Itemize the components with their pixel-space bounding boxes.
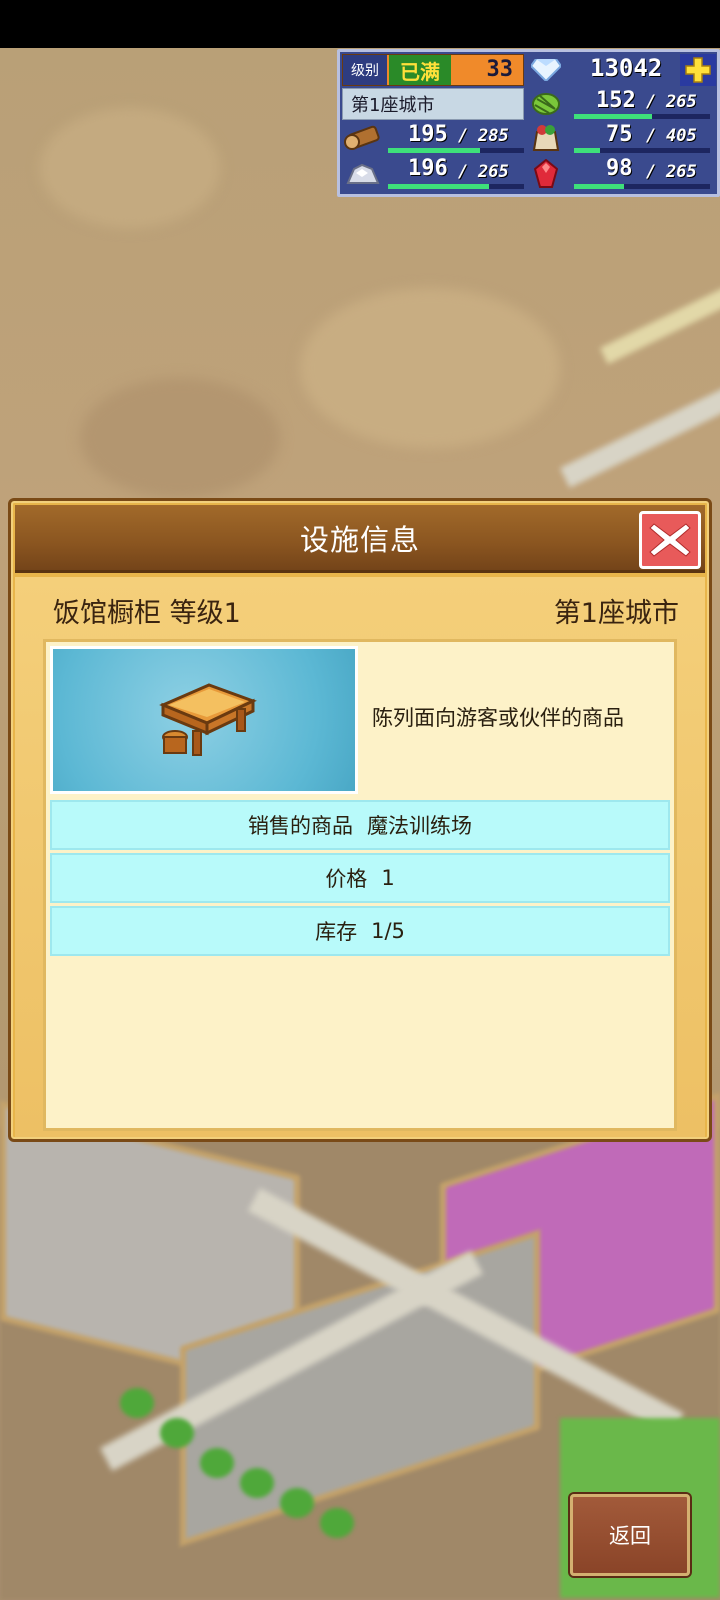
diamond-icon [526, 54, 566, 86]
ruby-bar [574, 184, 710, 189]
ore-separator: / [458, 162, 469, 182]
close-button[interactable] [639, 511, 701, 569]
crop-bar [574, 114, 710, 119]
facility-description: 陈列面向游客或伙伴的商品 [372, 706, 624, 730]
dialog-title: 设施信息 [299, 522, 420, 557]
stock-label: 库存 [315, 920, 358, 944]
ruby-icon [526, 158, 566, 190]
ore-icon [342, 158, 382, 190]
city-name-panel: 第1座城市 [342, 88, 524, 120]
food-bar [574, 148, 710, 153]
food-separator: / [646, 126, 657, 146]
resource-hud: 级别 已满 33 13042 第1座城市 152 / 265 195 / 285… [337, 49, 720, 197]
info-row-stock: 库存 1/5 [50, 906, 670, 956]
level-max-badge: 已满 [389, 55, 451, 85]
crop-current: 152 [596, 88, 636, 113]
crop-icon [526, 88, 566, 120]
hud-city-name: 第1座城市 [351, 95, 435, 116]
cabinet-table-icon [159, 683, 257, 756]
wood-separator: / [458, 126, 469, 146]
ruby-max: 265 [666, 162, 697, 182]
goods-label: 销售的商品 [248, 814, 353, 838]
facility-name: 饭馆橱柜 等级1 [53, 598, 241, 629]
info-row-goods: 销售的商品 魔法训练场 [50, 800, 670, 850]
ore-bar [388, 184, 524, 189]
food-bar-fill [574, 148, 600, 153]
facility-info-dialog: 设施信息 饭馆橱柜 等级1 第1座城市 陈列面向游客或伙伴的商品 销售的商品 魔… [8, 498, 712, 1142]
price-label: 价格 [325, 867, 368, 891]
ore-current: 196 [408, 156, 448, 181]
gem-count: 13042 [590, 54, 663, 82]
back-button[interactable]: 返回 [570, 1494, 690, 1576]
ruby-current: 98 [606, 156, 633, 181]
close-icon [649, 523, 691, 557]
ore-max: 265 [478, 162, 509, 182]
crop-max: 265 [666, 92, 697, 112]
facility-city: 第1座城市 [553, 598, 679, 629]
status-bar [0, 0, 720, 48]
goods-value: 魔法训练场 [367, 814, 472, 838]
facility-preview-image [50, 646, 358, 794]
level-panel: 级别 已满 33 [342, 54, 524, 86]
wood-max: 285 [478, 126, 509, 146]
wood-bar [388, 148, 524, 153]
dialog-body: 饭馆橱柜 等级1 第1座城市 陈列面向游客或伙伴的商品 销售的商品 魔法训练场 [15, 577, 705, 1137]
wood-current: 195 [408, 122, 448, 147]
stock-value: 1/5 [371, 919, 405, 943]
dialog-header: 设施信息 [15, 505, 705, 573]
crop-bar-fill [574, 114, 652, 119]
plus-icon [685, 57, 711, 83]
food-current: 75 [606, 122, 633, 147]
info-row-price: 价格 1 [50, 853, 670, 903]
ore-bar-fill [388, 184, 489, 189]
ruby-bar-fill [574, 184, 625, 189]
price-value: 1 [381, 866, 395, 890]
add-gems-button[interactable] [680, 54, 716, 86]
ruby-separator: / [646, 162, 657, 182]
food-max: 405 [666, 126, 697, 146]
level-value: 33 [486, 57, 514, 82]
wood-log-icon [342, 122, 382, 154]
level-label: 级别 [343, 55, 387, 85]
wood-bar-fill [388, 148, 481, 153]
food-sack-icon [526, 122, 566, 154]
crop-separator: / [646, 92, 657, 112]
facility-detail-panel: 陈列面向游客或伙伴的商品 销售的商品 魔法训练场 价格 1 库存 1/5 [43, 639, 677, 1131]
